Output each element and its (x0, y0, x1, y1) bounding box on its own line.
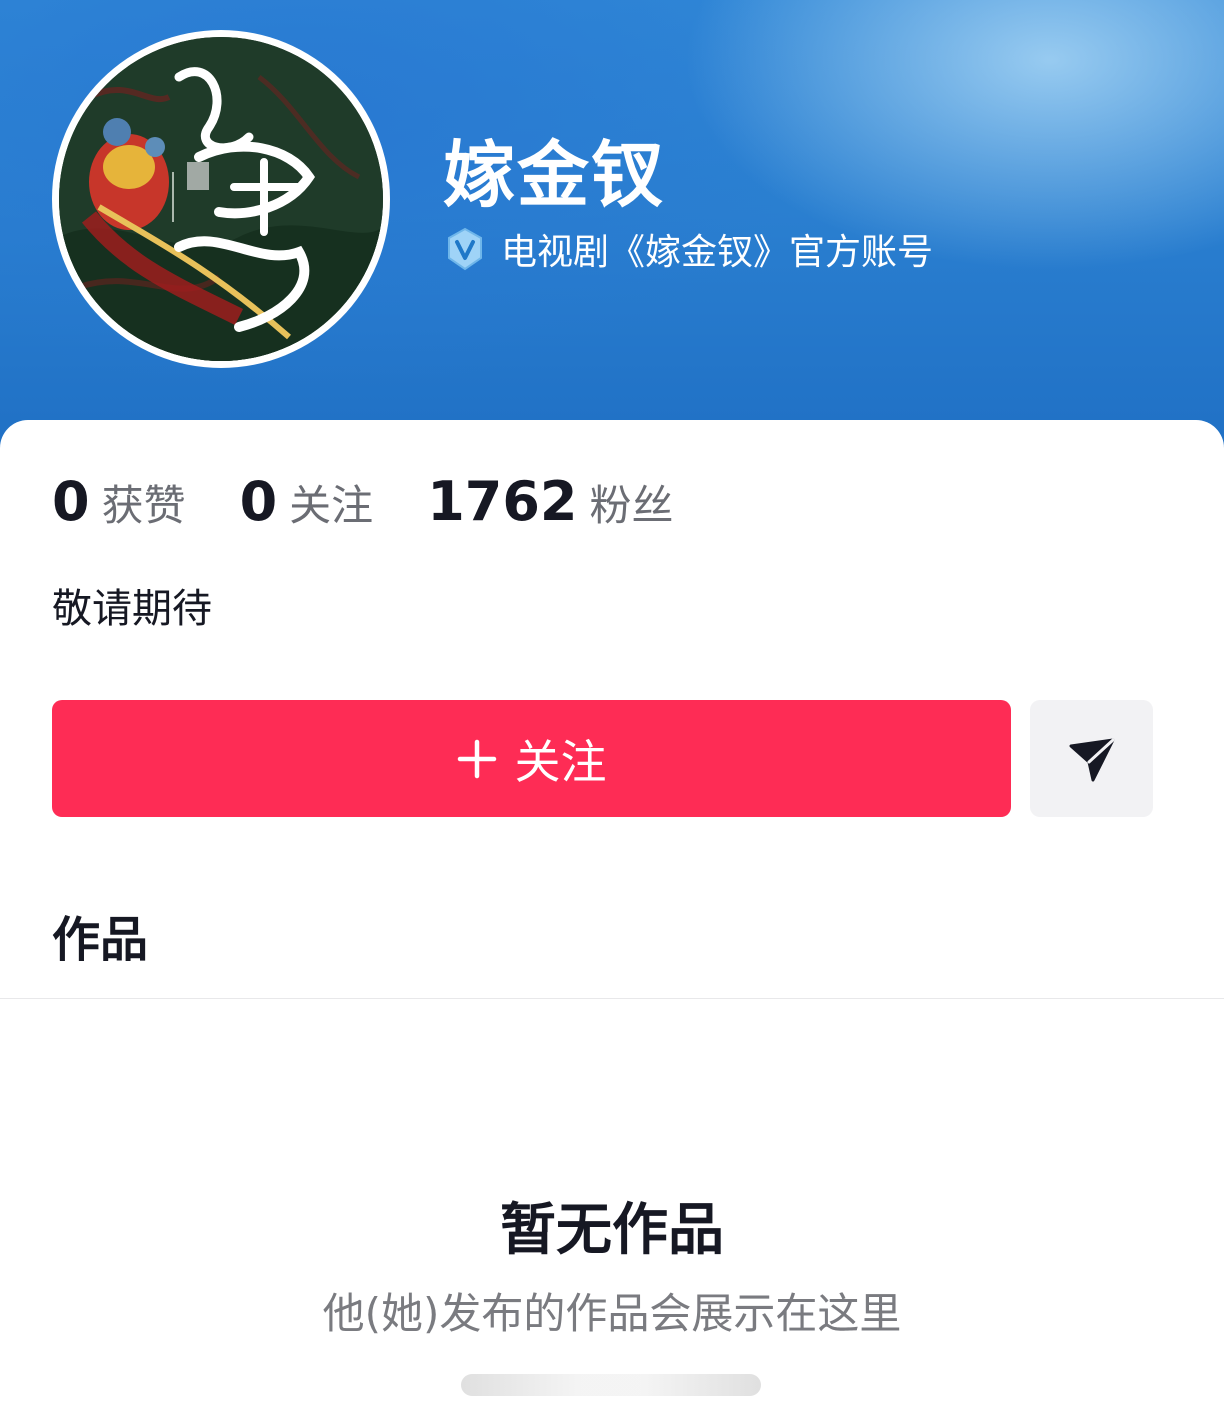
send-icon (1069, 738, 1114, 781)
stat-likes-value: 0 (52, 470, 90, 533)
stats-row: 0 获赞 0 关注 1762 粉丝 (52, 470, 728, 540)
verification-row: 电视剧《嫁金钗》官方账号 (443, 222, 933, 276)
plus-icon (457, 739, 496, 778)
empty-state-subtitle: 他(她)发布的作品会展示在这里 (322, 1289, 902, 1338)
verification-text: 电视剧《嫁金钗》官方账号 (501, 232, 934, 273)
stat-likes[interactable]: 0 获赞 (52, 470, 186, 533)
stat-following[interactable]: 0 关注 (240, 470, 374, 533)
avatar-poster-image (59, 37, 383, 361)
avatar[interactable] (59, 37, 383, 361)
stat-following-label: 关注 (289, 481, 374, 530)
empty-state-title: 暂无作品 (500, 1198, 724, 1263)
follow-button[interactable]: 关注 (52, 700, 1011, 817)
home-indicator[interactable] (461, 1374, 761, 1396)
stat-likes-label: 获赞 (101, 481, 186, 530)
stat-followers-value: 1762 (427, 470, 578, 533)
verified-badge-icon (448, 227, 482, 271)
tab-works[interactable]: 作品 (52, 900, 148, 970)
stat-following-value: 0 (239, 470, 278, 533)
send-message-button[interactable] (1030, 700, 1153, 817)
stat-followers-label: 粉丝 (589, 481, 674, 530)
stat-followers[interactable]: 1762 粉丝 (427, 470, 673, 533)
follow-button-label: 关注 (514, 734, 607, 789)
bio-text: 敬请期待 (52, 586, 212, 632)
tab-divider (0, 998, 1224, 999)
account-name: 嫁金钗 (443, 133, 666, 217)
